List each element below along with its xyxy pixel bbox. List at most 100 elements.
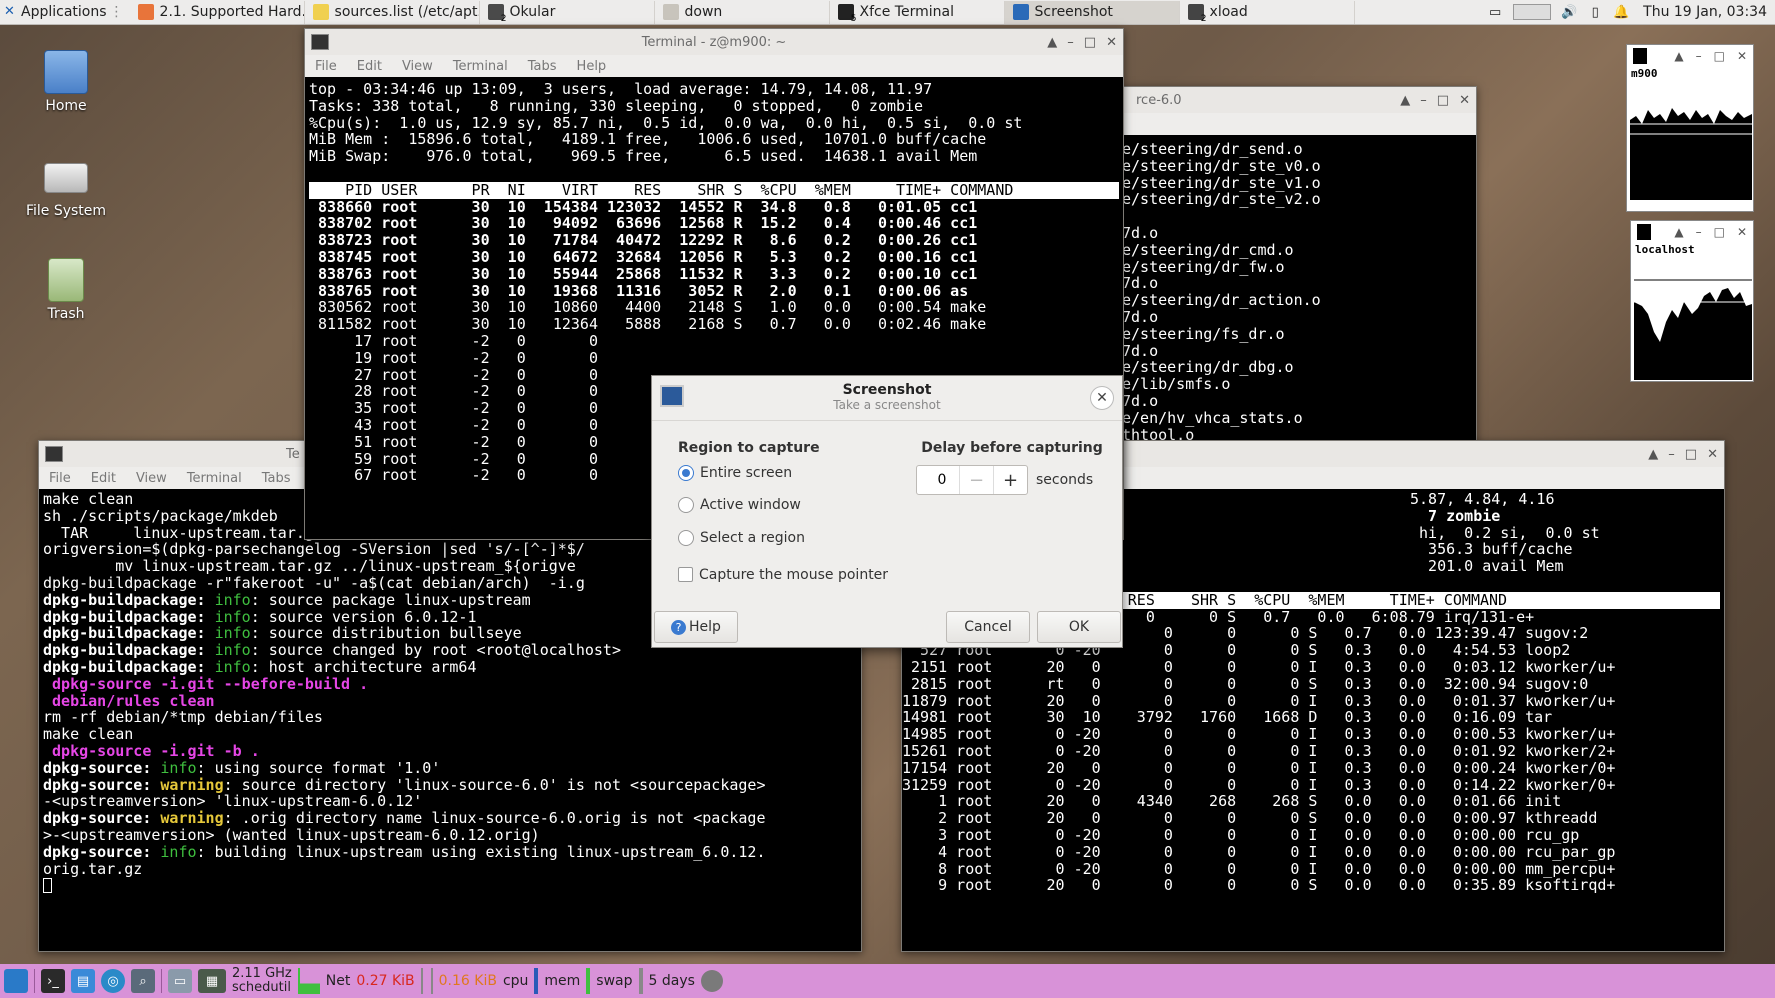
radio-button[interactable] [678,496,694,513]
process-row[interactable]: 2151 root 20 0 0 0 0 I 0.3 0.0 0:03.12 k… [902,659,1720,676]
menu-tabs[interactable]: Tabs [262,471,291,486]
file-manager-launcher-icon[interactable]: ▤ [71,969,95,993]
radio-button[interactable] [678,529,694,546]
applications-menu[interactable]: ✕ Applications ⋮ [0,0,130,25]
close-icon[interactable]: ✕ [1090,386,1114,410]
titlebar[interactable]: ▲ – □ ✕ [1627,45,1753,67]
radio-active-window[interactable]: Active window [678,488,898,521]
taskbar-button[interactable]: Screenshot [1004,0,1180,24]
taskbar-button[interactable]: sources.list (/etc/apt... [305,0,480,24]
shade-icon[interactable]: ▲ [1674,225,1683,239]
weather-icon[interactable] [700,970,723,992]
process-row[interactable]: 14985 root 0 -20 0 0 0 I 0.3 0.0 0:00.53… [902,726,1720,743]
process-row[interactable]: 838702 root 30 10 94092 63696 12568 R 15… [309,215,1119,232]
folder-launcher-icon[interactable]: ▭ [168,969,192,993]
process-row[interactable]: 31259 root 0 -20 0 0 0 I 0.3 0.0 0:14.22… [902,776,1720,794]
cancel-button[interactable]: Cancel [946,611,1030,643]
maximize-icon[interactable]: □ [1437,93,1449,108]
minimize-button[interactable]: – [1420,93,1427,108]
titlebar[interactable]: ▲ – □ ✕ [1631,221,1753,243]
checkbox[interactable] [678,567,693,582]
cpufreq-plugin[interactable]: 2.11 GHz schedutil [232,967,292,995]
process-row[interactable]: 17 root -2 0 0 [309,333,1119,350]
pager-icon[interactable] [1513,4,1552,20]
taskbar-button[interactable]: 2 xload [1180,0,1355,24]
menu-tabs[interactable]: Tabs [528,59,557,74]
taskbar-button[interactable]: 5 Xfce Terminal [830,0,1005,24]
increment-button[interactable]: + [993,466,1027,494]
minimize-button[interactable]: – [1668,447,1675,462]
menu-file[interactable]: File [49,471,71,486]
close-icon[interactable]: ✕ [1459,93,1470,108]
process-row[interactable]: 838765 root 30 10 19368 11316 3052 R 2.0… [309,282,1119,300]
show-desktop-icon[interactable] [4,969,28,993]
process-row[interactable]: 1 root 20 0 4340 268 268 S 0.0 0.0 0:01.… [902,793,1720,810]
process-row[interactable]: 838723 root 30 10 71784 40472 12292 R 8.… [309,232,1119,249]
battery-icon[interactable]: ▯ [1587,4,1603,20]
close-icon[interactable]: ✕ [1707,447,1718,462]
menu-edit[interactable]: Edit [357,59,382,74]
search-launcher-icon[interactable]: ⌕ [131,969,155,993]
process-row[interactable]: 17154 root 20 0 0 0 0 I 0.3 0.0 0:00.24 … [902,759,1720,777]
shade-icon[interactable]: ▲ [1047,35,1057,50]
menu-help[interactable]: Help [577,59,607,74]
process-row[interactable]: 2815 root rt 0 0 0 0 S 0.3 0.0 32:00.94 … [902,675,1720,693]
screenshot-dialog[interactable]: Screenshot Take a screenshot ✕ Region to… [651,375,1123,648]
process-row[interactable]: 19 root -2 0 0 [309,349,1119,367]
taskbar-button[interactable]: 2.1. Supported Hard... [130,0,305,24]
process-row[interactable]: 811582 root 30 10 12364 5888 2168 S 0.7 … [309,316,1119,333]
process-row[interactable]: 9 root 20 0 0 0 0 S 0.0 0.0 0:35.89 ksof… [902,877,1720,894]
maximize-icon[interactable]: □ [1084,35,1096,50]
radio-entire-screen[interactable]: Entire screen [678,458,898,488]
process-row[interactable]: 11879 root 20 0 0 0 0 I 0.3 0.0 0:01.37 … [902,692,1720,710]
taskbar-button[interactable]: 2 Okular [480,0,655,24]
menu-view[interactable]: View [136,471,167,486]
xload-window-localhost[interactable]: ▲ – □ ✕ localhost [1630,220,1754,382]
capture-mouse-checkbox[interactable]: Capture the mouse pointer [678,558,898,591]
close-icon[interactable]: ✕ [1106,35,1117,50]
maximize-icon[interactable]: □ [1685,447,1697,462]
workspace-icon[interactable]: ▭ [1487,4,1503,20]
taskbar-button[interactable]: down [655,0,830,24]
minimize-button[interactable]: – [1696,49,1702,63]
process-row[interactable]: 14981 root 30 10 3792 1760 1668 D 0.3 0.… [902,709,1720,726]
process-row[interactable]: 4 root 0 -20 0 0 0 I 0.0 0.0 0:00.00 rcu… [902,843,1720,861]
menu-file[interactable]: File [315,59,337,74]
process-row[interactable]: 15261 root 0 -20 0 0 0 I 0.3 0.0 0:01.92… [902,743,1720,760]
minimize-icon[interactable]: ▲ [1400,93,1410,108]
maximize-icon[interactable]: □ [1714,49,1725,63]
decrement-button[interactable]: − [959,466,993,494]
close-icon[interactable]: ✕ [1737,49,1747,63]
xload-window-m900[interactable]: ▲ – □ ✕ m900 [1626,44,1754,212]
delay-value[interactable]: 0 [917,472,959,488]
shade-icon[interactable]: ▲ [1648,447,1658,462]
menu-edit[interactable]: Edit [91,471,116,486]
menu-terminal[interactable]: Terminal [187,471,242,486]
dialog-header[interactable]: Screenshot Take a screenshot ✕ [652,376,1122,421]
process-row[interactable]: 8 root 0 -20 0 0 0 I 0.0 0.0 0:00.00 mm_… [902,860,1720,878]
desktop-icon-home[interactable]: Home [16,50,116,114]
web-browser-launcher-icon[interactable]: ◎ [101,969,125,993]
process-row[interactable]: 838745 root 30 10 64672 32684 12056 R 5.… [309,249,1119,266]
clock[interactable]: Thu 19 Jan, 03:34 [1639,4,1767,20]
terminal-launcher-icon[interactable]: ›_ [41,969,65,993]
ok-button[interactable]: OK [1037,611,1121,643]
menu-terminal[interactable]: Terminal [453,59,508,74]
titlebar[interactable]: rce-6.0 ▲ – □ ✕ [1118,87,1476,113]
process-row[interactable]: 830562 root 30 10 10860 4400 2148 S 1.0 … [309,299,1119,316]
delay-spinbox[interactable]: 0 − + [916,465,1028,495]
close-icon[interactable]: ✕ [1737,225,1747,239]
radio-select-region[interactable]: Select a region [678,521,898,554]
process-row[interactable]: 3 root 0 -20 0 0 0 I 0.0 0.0 0:00.00 rcu… [902,827,1720,844]
process-row[interactable]: 2 root 20 0 0 0 0 S 0.0 0.0 0:00.97 kthr… [902,810,1720,827]
minimize-button[interactable]: – [1067,35,1074,50]
help-button[interactable]: ? Help [654,611,738,643]
volume-icon[interactable]: 🔊 [1561,4,1577,20]
menu-view[interactable]: View [402,59,433,74]
desktop-icon-trash[interactable]: Trash [16,258,116,322]
desktop-icon-filesystem[interactable]: File System [16,155,116,219]
process-row[interactable]: 838763 root 30 10 55944 25868 11532 R 3.… [309,265,1119,283]
radio-button[interactable] [678,465,694,481]
process-row[interactable]: 838660 root 30 10 154384 123032 14552 R … [309,198,1119,216]
maximize-icon[interactable]: □ [1714,225,1725,239]
